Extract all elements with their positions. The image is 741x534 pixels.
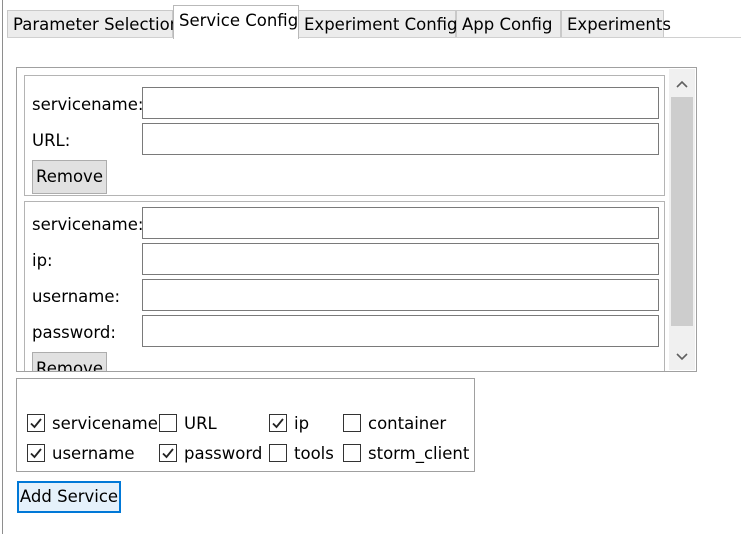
ip-label: ip: bbox=[32, 251, 53, 270]
checkmark-icon bbox=[30, 418, 42, 429]
checkmark-icon bbox=[30, 448, 42, 459]
checkbox-box[interactable] bbox=[159, 444, 177, 462]
username-label: username: bbox=[32, 287, 121, 306]
checkbox-label: tools bbox=[294, 444, 334, 463]
checkmark-icon bbox=[272, 418, 284, 429]
checkbox-box[interactable] bbox=[27, 414, 45, 432]
chevron-up-icon[interactable] bbox=[669, 71, 695, 97]
service-group: servicename: ip: username: password: Rem… bbox=[24, 201, 665, 371]
checkbox-label: storm_client bbox=[368, 444, 470, 463]
service-list-scroll-area[interactable]: servicename: URL: Remove servicename: ip… bbox=[16, 67, 697, 372]
checkbox-box[interactable] bbox=[343, 444, 361, 462]
servicename-label: servicename: bbox=[32, 95, 144, 114]
remove-button[interactable]: Remove bbox=[32, 160, 107, 194]
tab-experiment-config[interactable]: Experiment Config bbox=[298, 10, 458, 38]
vertical-scrollbar[interactable] bbox=[669, 69, 695, 370]
ip-input[interactable] bbox=[142, 243, 659, 275]
service-group: servicename: URL: Remove bbox=[24, 75, 665, 196]
checkbox-box[interactable] bbox=[27, 444, 45, 462]
remove-button[interactable]: Remove bbox=[32, 352, 107, 371]
checkbox-box[interactable] bbox=[269, 444, 287, 462]
tab-parameter-selection[interactable]: Parameter Selection bbox=[7, 10, 180, 38]
chevron-down-icon[interactable] bbox=[669, 344, 695, 370]
checkbox-box[interactable] bbox=[343, 414, 361, 432]
password-label: password: bbox=[32, 323, 116, 342]
checkmark-icon bbox=[162, 448, 174, 459]
tab-experiments[interactable]: Experiments bbox=[561, 10, 671, 38]
checkbox-label: username bbox=[52, 444, 135, 463]
checkbox-label: container bbox=[368, 414, 447, 433]
window-edge bbox=[2, 0, 3, 534]
checkbox-box[interactable] bbox=[159, 414, 177, 432]
servicename-input[interactable] bbox=[142, 207, 659, 239]
tab-service-config[interactable]: Service Config bbox=[173, 5, 299, 39]
checkbox-box[interactable] bbox=[269, 414, 287, 432]
tab-panel-border bbox=[7, 37, 741, 38]
field-options-panel: servicename URL ip container username pa… bbox=[16, 378, 475, 472]
url-label: URL: bbox=[32, 131, 71, 150]
servicename-label: servicename: bbox=[32, 215, 144, 234]
url-input[interactable] bbox=[142, 123, 659, 155]
username-input[interactable] bbox=[142, 279, 659, 311]
checkbox-label: URL bbox=[184, 414, 217, 433]
password-input[interactable] bbox=[142, 315, 659, 347]
checkbox-label: password bbox=[184, 444, 263, 463]
tab-app-config[interactable]: App Config bbox=[456, 10, 561, 38]
checkbox-label: servicename bbox=[52, 414, 158, 433]
scrollbar-thumb[interactable] bbox=[671, 97, 693, 326]
add-service-button[interactable]: Add Service bbox=[17, 481, 121, 513]
checkbox-label: ip bbox=[294, 414, 310, 433]
servicename-input[interactable] bbox=[142, 87, 659, 119]
